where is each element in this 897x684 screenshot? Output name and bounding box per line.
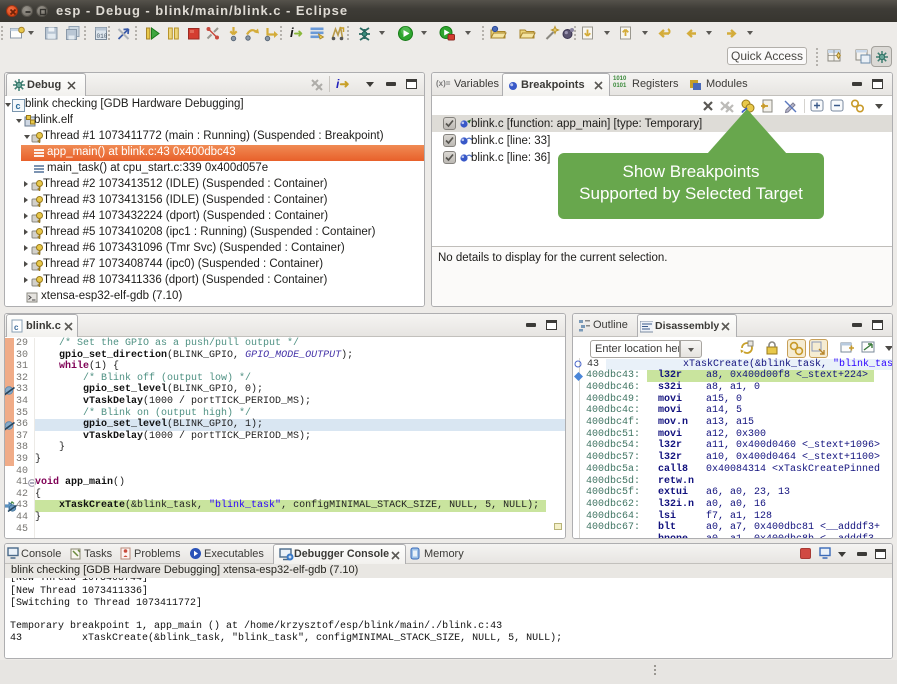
svg-text:c: c (16, 101, 21, 111)
svg-text:c: c (14, 323, 19, 332)
svg-text:010: 010 (96, 33, 107, 40)
